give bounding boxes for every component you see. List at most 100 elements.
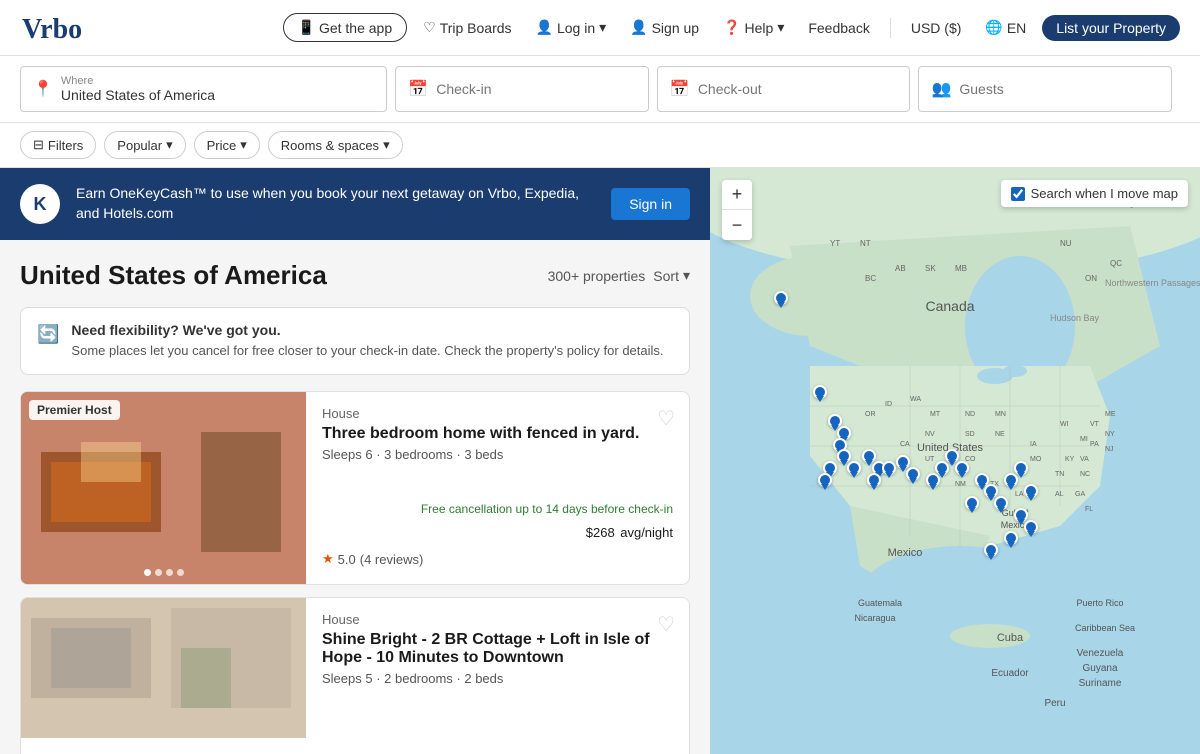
price-button[interactable]: Price ▾	[194, 131, 260, 159]
log-in-button[interactable]: 👤 Log in ▾	[528, 13, 615, 42]
one-key-icon: K	[20, 184, 60, 224]
property-type: House	[322, 406, 673, 421]
filters-label: Filters	[48, 138, 83, 153]
star-icon: ★	[322, 551, 334, 567]
where-input[interactable]	[61, 87, 242, 103]
filters-button[interactable]: ⊟ Filters	[20, 131, 96, 159]
map-pin[interactable]	[896, 455, 910, 469]
zoom-in-button[interactable]: +	[722, 180, 752, 210]
get-app-button[interactable]: 📱 Get the app	[283, 13, 408, 42]
map-pin[interactable]	[945, 449, 959, 463]
map-pin[interactable]	[813, 385, 827, 399]
cancellation-policy: Free cancellation up to 14 days before c…	[322, 502, 673, 516]
property-title-2: Shine Bright - 2 BR Cottage + Loft in Is…	[322, 631, 673, 667]
location-icon: 📍	[33, 79, 53, 99]
help-label: Help	[745, 20, 774, 36]
map-panel: Canada United States Mexico Cuba Guatema…	[710, 168, 1200, 754]
trip-boards-label: Trip Boards	[440, 20, 512, 36]
map-pin[interactable]	[1014, 461, 1028, 475]
map-container[interactable]: Canada United States Mexico Cuba Guatema…	[710, 168, 1200, 754]
price-unit: avg/night	[620, 525, 673, 540]
property-card[interactable]: Premier Host ♡ House Three bedroom home …	[20, 391, 690, 585]
sort-button[interactable]: Sort ▾	[653, 267, 690, 284]
guests-icon: 👥	[931, 79, 951, 99]
list-property-button[interactable]: List your Property	[1042, 15, 1180, 41]
map-pin[interactable]	[1014, 508, 1028, 522]
map-pin[interactable]	[882, 461, 896, 475]
currency-button[interactable]: USD ($)	[903, 14, 970, 42]
language-button[interactable]: 🌐 EN	[977, 13, 1034, 42]
map-pin[interactable]	[818, 473, 832, 487]
price-label: Price	[207, 138, 237, 153]
rooms-spaces-button[interactable]: Rooms & spaces ▾	[268, 131, 403, 159]
where-label: Where	[61, 75, 242, 87]
help-icon: ❓	[723, 19, 740, 36]
sign-up-label: Sign up	[652, 20, 699, 36]
sign-up-button[interactable]: 👤 Sign up	[622, 13, 707, 42]
favorite-button[interactable]: ♡	[657, 406, 675, 431]
property-image	[21, 598, 306, 738]
help-button[interactable]: ❓ Help ▾	[715, 13, 792, 42]
where-field[interactable]: 📍 Where	[20, 66, 387, 112]
chevron-down-icon-price: ▾	[240, 137, 247, 153]
dot-1[interactable]	[144, 569, 151, 576]
checkin-input[interactable]	[436, 81, 636, 97]
map-pin[interactable]	[994, 496, 1008, 510]
logo[interactable]: Vrbo	[20, 10, 92, 46]
dot-2[interactable]	[155, 569, 162, 576]
flex-desc: Some places let you cancel for free clos…	[71, 342, 663, 360]
checkout-field[interactable]: 📅	[657, 66, 911, 112]
map-pin[interactable]	[862, 449, 876, 463]
map-pin[interactable]	[774, 291, 788, 305]
user-plus-icon: 👤	[630, 19, 647, 36]
chevron-down-icon: ▾	[599, 19, 606, 36]
trip-boards-button[interactable]: ♡ Trip Boards	[415, 13, 519, 42]
refresh-icon: 🔄	[37, 324, 59, 345]
flex-content: Need flexibility? We've got you. Some pl…	[71, 322, 663, 360]
guests-field[interactable]: 👥	[918, 66, 1172, 112]
rating: ★ 5.0 (4 reviews)	[322, 551, 673, 567]
map-pin[interactable]	[906, 467, 920, 481]
flex-title: Need flexibility? We've got you.	[71, 322, 663, 338]
property-type-2: House	[322, 612, 673, 627]
map-pin[interactable]	[955, 461, 969, 475]
zoom-out-button[interactable]: −	[722, 210, 752, 240]
filter-icon: ⊟	[33, 137, 44, 153]
property-card[interactable]: ♡ House Shine Bright - 2 BR Cottage + Lo…	[20, 597, 690, 754]
map-pin[interactable]	[1024, 484, 1038, 498]
checkout-input[interactable]	[698, 81, 898, 97]
feedback-button[interactable]: Feedback	[800, 14, 877, 42]
list-property-label: List your Property	[1056, 20, 1166, 36]
property-details: Sleeps 6 · 3 bedrooms · 3 beds	[322, 447, 673, 462]
promo-sign-in-button[interactable]: Sign in	[611, 188, 690, 220]
map-pin[interactable]	[1024, 520, 1038, 534]
guests-input[interactable]	[959, 81, 1159, 97]
phone-icon: 📱	[298, 19, 315, 36]
search-when-move-toggle[interactable]: Search when I move map	[1001, 180, 1188, 207]
popular-button[interactable]: Popular ▾	[104, 131, 185, 159]
card-image	[21, 598, 306, 754]
property-image	[21, 392, 306, 584]
favorite-button-2[interactable]: ♡	[657, 612, 675, 637]
map-pin[interactable]	[984, 543, 998, 557]
search-move-checkbox-wrap[interactable]: Search when I move map	[1011, 186, 1178, 201]
property-details-2: Sleeps 5 · 2 bedrooms · 2 beds	[322, 671, 673, 686]
search-move-checkbox[interactable]	[1011, 187, 1025, 201]
chevron-down-icon-popular: ▾	[166, 137, 173, 153]
checkin-field[interactable]: 📅	[395, 66, 649, 112]
log-in-label: Log in	[557, 20, 595, 36]
dot-3[interactable]	[166, 569, 173, 576]
map-pin[interactable]	[1004, 531, 1018, 545]
review-count: (4 reviews)	[360, 552, 424, 567]
get-app-label: Get the app	[319, 20, 392, 36]
flexibility-notice: 🔄 Need flexibility? We've got you. Some …	[20, 307, 690, 375]
map-pin[interactable]	[965, 496, 979, 510]
property-title: Three bedroom home with fenced in yard.	[322, 425, 673, 443]
language-label: EN	[1007, 20, 1026, 36]
card-info: ♡ House Three bedroom home with fenced i…	[306, 392, 689, 584]
map-pin[interactable]	[867, 473, 881, 487]
dot-4[interactable]	[177, 569, 184, 576]
map-pin[interactable]	[847, 461, 861, 475]
image-dots	[144, 569, 184, 576]
search-move-label: Search when I move map	[1031, 186, 1178, 201]
